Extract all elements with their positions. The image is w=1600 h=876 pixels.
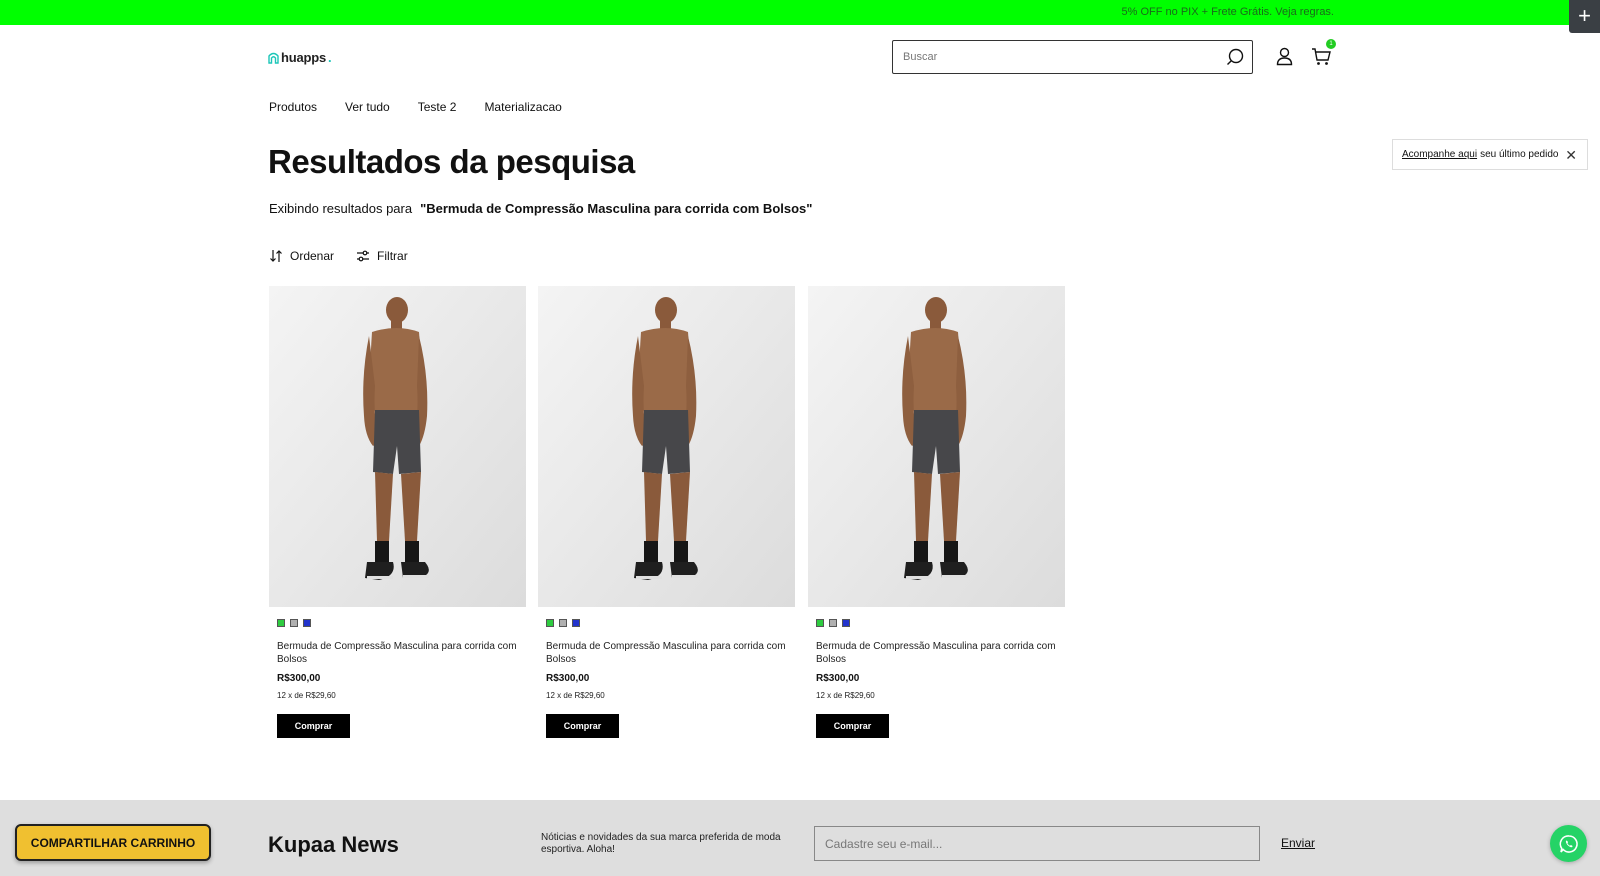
results-toolbar: Ordenar Filtrar	[269, 249, 408, 263]
swatch-gray[interactable]	[829, 619, 837, 627]
nav-item-teste-2[interactable]: Teste 2	[418, 100, 457, 114]
search-input[interactable]	[893, 41, 1213, 73]
cart-icon[interactable]	[1311, 47, 1332, 66]
newsletter-title: Kupaa News	[268, 832, 399, 857]
color-swatches	[546, 619, 580, 627]
color-swatches	[277, 619, 311, 627]
product-card[interactable]: Bermuda de Compressão Masculina para cor…	[269, 286, 526, 738]
newsletter-description: Nóticias e novidades da sua marca prefer…	[541, 832, 781, 855]
swatch-green[interactable]	[277, 619, 285, 627]
buy-button[interactable]: Comprar	[816, 714, 889, 738]
swatch-green[interactable]	[546, 619, 554, 627]
swatch-blue[interactable]	[572, 619, 580, 627]
sort-icon	[270, 250, 282, 262]
sort-button[interactable]: Ordenar	[269, 249, 334, 263]
filter-button[interactable]: Filtrar	[356, 249, 408, 263]
cart-count-badge: 1	[1326, 39, 1336, 49]
swatch-blue[interactable]	[842, 619, 850, 627]
swatch-gray[interactable]	[290, 619, 298, 627]
product-image[interactable]	[808, 286, 1065, 607]
main-nav: Produtos Ver tudo Teste 2 Materializacao	[269, 100, 562, 114]
close-icon[interactable]: ✕	[1565, 147, 1577, 164]
plus-icon[interactable]: +	[1569, 0, 1600, 33]
product-photo	[808, 286, 1065, 607]
product-installments: 12 x de R$29,60	[546, 691, 605, 700]
swatch-green[interactable]	[816, 619, 824, 627]
nav-item-produtos[interactable]: Produtos	[269, 100, 317, 114]
filter-label: Filtrar	[377, 249, 408, 263]
newsletter-email-input[interactable]	[814, 826, 1260, 861]
logo-dot: .	[328, 49, 332, 65]
results-prefix: Exibindo resultados para	[269, 201, 413, 216]
promo-bar: 5% OFF no PIX + Frete Grátis. Veja regra…	[0, 0, 1600, 25]
product-name[interactable]: Bermuda de Compressão Masculina para cor…	[546, 640, 791, 666]
promo-text[interactable]: 5% OFF no PIX + Frete Grátis. Veja regra…	[1122, 6, 1334, 18]
results-query: "Bermuda de Compressão Masculina para co…	[420, 201, 813, 216]
buy-button[interactable]: Comprar	[277, 714, 350, 738]
search-icon[interactable]	[1226, 48, 1244, 66]
track-order-banner: Acompanhe aqui seu último pedido ✕	[1392, 139, 1588, 170]
product-price: R$300,00	[546, 673, 590, 684]
product-card[interactable]: Bermuda de Compressão Masculina para cor…	[808, 286, 1065, 738]
nav-item-ver-tudo[interactable]: Ver tudo	[345, 100, 390, 114]
track-order-link[interactable]: Acompanhe aqui	[1402, 149, 1477, 160]
swatch-gray[interactable]	[559, 619, 567, 627]
filter-icon	[357, 250, 370, 262]
logo-icon	[268, 52, 279, 64]
whatsapp-icon	[1559, 834, 1578, 853]
product-price: R$300,00	[277, 673, 321, 684]
logo-text: huapps	[281, 49, 327, 65]
results-summary: Exibindo resultados para "Bermuda de Comp…	[269, 201, 812, 216]
whatsapp-button[interactable]	[1550, 825, 1587, 862]
search-box	[892, 40, 1253, 74]
product-photo	[269, 286, 526, 607]
product-card[interactable]: Bermuda de Compressão Masculina para cor…	[538, 286, 795, 738]
logo[interactable]: huapps.	[268, 48, 332, 66]
newsletter-section: Kupaa News Nóticias e novidades da sua m…	[0, 800, 1600, 876]
product-image[interactable]	[538, 286, 795, 607]
product-installments: 12 x de R$29,60	[277, 691, 336, 700]
nav-item-materializacao[interactable]: Materializacao	[484, 100, 561, 114]
product-photo	[538, 286, 795, 607]
buy-button[interactable]: Comprar	[546, 714, 619, 738]
product-image[interactable]	[269, 286, 526, 607]
page-title: Resultados da pesquisa	[268, 143, 635, 180]
color-swatches	[816, 619, 850, 627]
product-name[interactable]: Bermuda de Compressão Masculina para cor…	[277, 640, 522, 666]
swatch-blue[interactable]	[303, 619, 311, 627]
share-cart-button[interactable]: COMPARTILHAR CARRINHO	[15, 824, 211, 861]
track-order-text: seu último pedido	[1480, 149, 1559, 160]
product-installments: 12 x de R$29,60	[816, 691, 875, 700]
product-price: R$300,00	[816, 673, 860, 684]
product-name[interactable]: Bermuda de Compressão Masculina para cor…	[816, 640, 1061, 666]
sort-label: Ordenar	[290, 249, 335, 263]
newsletter-send-button[interactable]: Enviar	[1281, 836, 1315, 850]
user-icon[interactable]	[1275, 47, 1294, 66]
